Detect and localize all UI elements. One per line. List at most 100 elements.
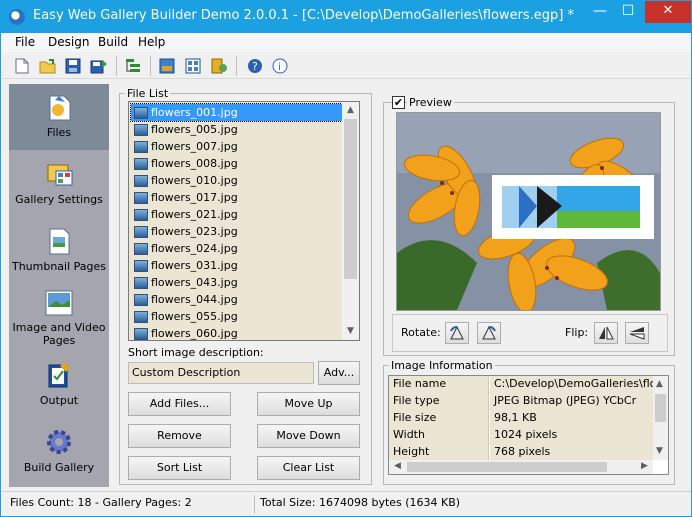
save-icon[interactable] xyxy=(63,56,83,76)
scrollbar-thumb[interactable] xyxy=(407,462,607,472)
list-item[interactable]: flowers_044.jpg xyxy=(131,291,344,308)
sidebar-item-files[interactable]: Files xyxy=(9,84,109,150)
list-item[interactable]: flowers_021.jpg xyxy=(131,206,344,223)
sidebar-item-label: Files xyxy=(46,126,72,139)
menu-design[interactable]: Design xyxy=(48,35,89,49)
rotate-label: Rotate: xyxy=(401,326,441,339)
build-icon[interactable] xyxy=(209,56,229,76)
list-item[interactable]: flowers_017.jpg xyxy=(131,189,344,206)
image-file-icon xyxy=(134,192,148,204)
rotate-right-icon xyxy=(482,325,496,340)
rotate-flip-bar: Rotate: Flip: xyxy=(392,314,668,352)
preview-checkbox[interactable]: ✔ xyxy=(392,96,405,109)
list-item[interactable]: flowers_043.jpg xyxy=(131,274,344,291)
menu-file[interactable]: File xyxy=(15,35,35,49)
sort-list-button[interactable]: Sort List xyxy=(128,456,231,480)
flip-vertical-button[interactable] xyxy=(625,322,649,344)
files-icon xyxy=(44,92,74,122)
open-icon[interactable] xyxy=(38,56,58,76)
menu-help[interactable]: Help xyxy=(138,35,165,49)
file-list-scrollbar[interactable]: ▲ ▼ xyxy=(342,102,359,340)
build-gallery-icon xyxy=(44,427,74,457)
table-row[interactable]: File nameC:\Develop\DemoGalleries\flow..… xyxy=(389,376,653,393)
chevron-down-icon[interactable]: ▼ xyxy=(342,323,359,340)
window-title: Easy Web Gallery Builder Demo 2.0.0.1 - … xyxy=(33,8,575,23)
image-info-vscrollbar[interactable]: ▲ ▼ xyxy=(653,376,668,460)
chevron-right-icon[interactable]: ▶ xyxy=(636,459,653,473)
scrollbar-thumb[interactable] xyxy=(344,119,357,279)
list-item[interactable]: flowers_031.jpg xyxy=(131,257,344,274)
image-view-icon[interactable] xyxy=(157,56,177,76)
list-item[interactable]: flowers_010.jpg xyxy=(131,172,344,189)
sidebar-item-thumbnail-pages[interactable]: Thumbnail Pages xyxy=(9,218,109,284)
file-list-label: File List xyxy=(125,87,171,100)
add-files-icon[interactable] xyxy=(123,56,143,76)
remove-button[interactable]: Remove xyxy=(128,424,231,448)
sidebar-item-label: Gallery Settings xyxy=(15,193,103,206)
save-as-icon[interactable] xyxy=(89,56,109,76)
image-info-hscrollbar[interactable]: ◀ ▶ xyxy=(389,460,653,474)
list-item[interactable]: flowers_055.jpg xyxy=(131,308,344,325)
status-files-count: Files Count: 18 - Gallery Pages: 2 xyxy=(10,496,192,509)
description-label: Short image description: xyxy=(128,346,264,359)
svg-text:?: ? xyxy=(252,60,258,73)
group-border xyxy=(119,484,372,485)
table-row[interactable]: Width 1024 pixels xyxy=(389,427,653,444)
advanced-button[interactable]: Adv... xyxy=(318,361,360,385)
rotate-left-button[interactable] xyxy=(445,322,469,344)
scrollbar-thumb[interactable] xyxy=(655,394,666,422)
group-border xyxy=(383,365,384,485)
chevron-left-icon[interactable]: ◀ xyxy=(389,459,406,473)
about-icon[interactable]: i xyxy=(270,56,290,76)
thumbnail-pages-icon xyxy=(44,226,74,256)
new-icon[interactable] xyxy=(12,56,32,76)
sidebar-item-gallery-settings[interactable]: Gallery Settings xyxy=(9,151,109,217)
list-item[interactable]: flowers_023.jpg xyxy=(131,223,344,240)
move-down-button[interactable]: Move Down xyxy=(257,424,360,448)
title-bar[interactable]: Easy Web Gallery Builder Demo 2.0.0.1 - … xyxy=(1,1,691,33)
close-button[interactable]: ✕ xyxy=(645,1,691,23)
list-item[interactable]: flowers_005.jpg xyxy=(131,121,344,138)
sidebar-item-build-gallery[interactable]: Build Gallery xyxy=(9,419,109,485)
list-item[interactable]: flowers_001.jpg xyxy=(130,103,345,122)
thumbnail-view-icon[interactable] xyxy=(183,56,203,76)
image-file-icon xyxy=(134,243,148,255)
image-file-icon xyxy=(134,107,148,119)
status-total-size: Total Size: 1674098 bytes (1634 KB) xyxy=(260,496,461,509)
list-item[interactable]: flowers_024.jpg xyxy=(131,240,344,257)
clear-list-button[interactable]: Clear List xyxy=(257,456,360,480)
list-item[interactable]: flowers_008.jpg xyxy=(131,155,344,172)
list-item[interactable]: flowers_007.jpg xyxy=(131,138,344,155)
sidebar-item-image-video-pages[interactable]: Image and Video Pages xyxy=(9,285,109,351)
sidebar-item-output[interactable]: Output xyxy=(9,352,109,418)
menu-build[interactable]: Build xyxy=(98,35,128,49)
add-files-button[interactable]: Add Files... xyxy=(128,392,231,416)
output-icon xyxy=(44,360,74,390)
group-border xyxy=(674,365,675,485)
minimize-button[interactable]: — xyxy=(586,1,614,23)
table-row[interactable]: File type JPEG Bitmap (JPEG) YCbCr xyxy=(389,393,653,410)
image-file-icon xyxy=(134,141,148,153)
maximize-button[interactable]: ☐ xyxy=(614,1,642,23)
status-separator xyxy=(254,495,255,513)
image-file-icon xyxy=(134,158,148,170)
toolbar-separator xyxy=(150,56,151,76)
toolbar-separator xyxy=(116,56,117,76)
move-up-button[interactable]: Move Up xyxy=(257,392,360,416)
table-row[interactable]: Height 768 pixels xyxy=(389,444,653,461)
toolbar: ? i xyxy=(2,52,691,79)
chevron-up-icon[interactable]: ▲ xyxy=(342,102,359,119)
file-list[interactable]: flowers_001.jpg flowers_005.jpg flowers_… xyxy=(128,101,360,341)
app-logo-icon[interactable] xyxy=(9,9,25,25)
table-row[interactable]: File size 98,1 KB xyxy=(389,410,653,427)
description-input[interactable]: Custom Description xyxy=(128,362,314,384)
chevron-up-icon[interactable]: ▲ xyxy=(652,376,667,393)
chevron-down-icon[interactable]: ▼ xyxy=(652,443,667,460)
help-icon[interactable]: ? xyxy=(245,56,265,76)
image-info-grid[interactable]: File nameC:\Develop\DemoGalleries\flow..… xyxy=(388,375,669,475)
flip-horizontal-button[interactable] xyxy=(594,322,618,344)
image-file-icon xyxy=(134,209,148,221)
image-video-pages-icon xyxy=(44,289,74,319)
rotate-right-button[interactable] xyxy=(477,322,501,344)
list-item[interactable]: flowers_060.jpg xyxy=(131,325,344,340)
